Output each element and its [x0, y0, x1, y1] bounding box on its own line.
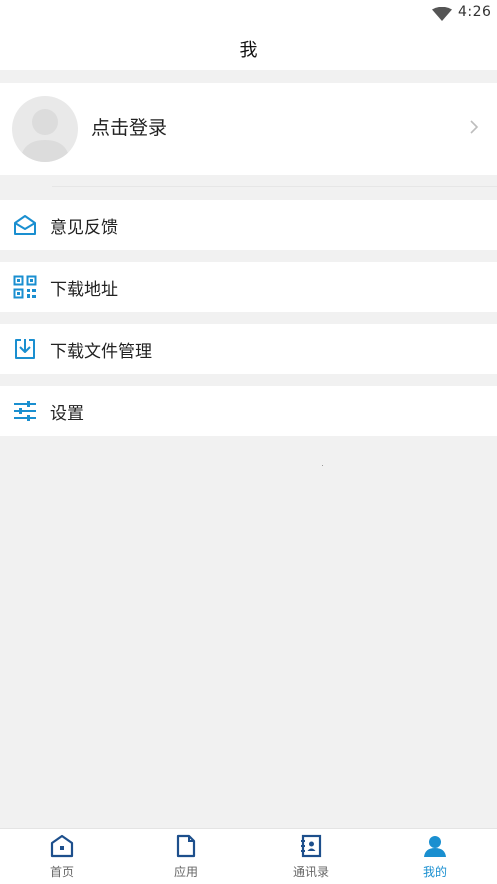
contacts-book-icon [299, 834, 323, 858]
tab-label: 应用 [173, 865, 198, 879]
menu-item-label: 意见反馈 [50, 218, 118, 238]
login-row[interactable]: 点击登录 [0, 83, 497, 175]
qr-code-icon [13, 275, 37, 299]
person-icon [423, 834, 447, 858]
avatar-placeholder-icon [12, 96, 78, 162]
sliders-icon [13, 399, 37, 423]
tab-contacts[interactable]: 通讯录 [249, 829, 373, 884]
tab-label: 我的 [422, 865, 447, 879]
status-time: 4:26 [458, 4, 492, 20]
menu-item-label: 下载文件管理 [50, 342, 152, 362]
login-label: 点击登录 [91, 117, 168, 139]
divider [52, 186, 497, 187]
tab-apps[interactable]: 应用 [124, 829, 248, 884]
page-title: 我 [239, 40, 258, 61]
menu-item-label: 下载地址 [50, 280, 118, 300]
menu-item-feedback[interactable]: 意见反馈 [0, 200, 497, 250]
mail-open-icon [13, 213, 37, 237]
status-bar: 4:26 [0, 0, 497, 26]
tab-me[interactable]: 我的 [373, 829, 497, 884]
tab-home[interactable]: 首页 [0, 829, 124, 884]
menu-item-download-address[interactable]: 下载地址 [0, 262, 497, 312]
home-icon [50, 834, 74, 858]
stray-dot [322, 465, 323, 466]
download-tray-icon [13, 337, 37, 361]
tab-label: 通讯录 [292, 865, 329, 879]
wifi-icon [432, 6, 452, 25]
document-icon [174, 834, 198, 858]
bottom-tab-bar: 首页 应用 通讯录 我的 [0, 828, 497, 884]
chevron-right-icon [469, 119, 479, 139]
menu-item-download-manager[interactable]: 下载文件管理 [0, 324, 497, 374]
tab-label: 首页 [49, 865, 74, 879]
menu-item-settings[interactable]: 设置 [0, 386, 497, 436]
title-bar: 我 [0, 26, 497, 70]
menu-item-label: 设置 [50, 404, 84, 424]
